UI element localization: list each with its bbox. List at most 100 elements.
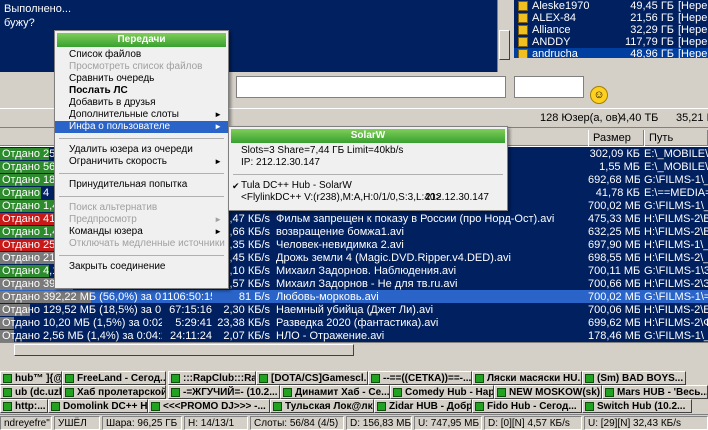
hub-tab[interactable]: Fido Hub - Сегод... bbox=[472, 399, 582, 413]
user-row[interactable]: ALEX-84 21,56 ГБ [Нерег bbox=[514, 12, 708, 24]
menu-item-label: Сравнить очередь bbox=[69, 73, 155, 84]
user-name: andrucha bbox=[532, 48, 578, 58]
hub-tab[interactable]: Switch Hub (10.2... bbox=[582, 399, 692, 413]
hub-tab-label: Динамит Хаб - Се... bbox=[295, 387, 390, 398]
transfer-time-left: 24:11:24 bbox=[169, 330, 212, 342]
menu-item[interactable]: Удалить юзера из очереди bbox=[55, 144, 228, 156]
chat-line: Выполнено... bbox=[4, 3, 72, 15]
hub-tab[interactable]: Ляски масяски HU... bbox=[472, 371, 582, 385]
user-slots-info[interactable]: Slots=3 Share=7,44 ГБ Limit=40kb/s bbox=[229, 145, 507, 157]
menu-item[interactable]: Ограничить скорость ► bbox=[55, 156, 228, 168]
menu-item[interactable]: Сравнить очередь bbox=[55, 73, 228, 85]
horizontal-scrollbar[interactable] bbox=[0, 342, 708, 356]
menu-separator bbox=[59, 138, 224, 139]
hub-tab[interactable]: -=ЖГУЧИЙ=- (10.2... bbox=[168, 385, 280, 399]
user-icon bbox=[518, 49, 528, 58]
menu-item[interactable]: Принудительная попытка bbox=[55, 179, 228, 191]
menu-item[interactable]: Инфа о пользователе ► bbox=[55, 121, 228, 133]
hub-tab[interactable]: Хаб пролетарской... bbox=[62, 385, 166, 399]
hub-tab[interactable]: http:... bbox=[0, 399, 48, 413]
hub-tab-label: Domolink DC++ Hu... bbox=[63, 401, 148, 412]
scroll-thumb[interactable] bbox=[14, 344, 354, 356]
hub-tab[interactable]: Domolink DC++ Hu... bbox=[48, 399, 148, 413]
user-filter-input[interactable] bbox=[514, 76, 584, 98]
status-download-speed: D: [0][N] 4,57 КБ/s bbox=[484, 416, 582, 430]
menu-item-label: Добавить в друзья bbox=[69, 97, 156, 108]
hub-online-icon bbox=[51, 402, 60, 411]
transfer-row[interactable]: Отдано 2,56 МБ (1,4%) за 0:04:29 24:11:24… bbox=[0, 329, 708, 342]
user-hub-info[interactable]: ✔ Tula DC++ Hub - SolarW bbox=[229, 180, 507, 192]
menu-item[interactable]: Послать ЛС bbox=[55, 85, 228, 97]
transfer-path: E:\==MEDIA==\ bbox=[644, 187, 708, 199]
menu-item[interactable]: Закрыть соединение bbox=[55, 261, 228, 273]
hub-tab-label: ub (dc.uzl... bbox=[15, 387, 62, 398]
transfer-path: H:\FILMS-2\Влас bbox=[644, 226, 708, 238]
user-name: ANDDY bbox=[532, 36, 571, 48]
transfer-time-left: 5:29:41 bbox=[175, 317, 212, 329]
menu-item-label: Закрыть соединение bbox=[69, 261, 166, 272]
transfer-path: H:\FILMS-2\_ПРО bbox=[644, 252, 708, 264]
hub-online-icon bbox=[497, 388, 506, 397]
menu-title: Передачи bbox=[57, 33, 226, 47]
hub-tab[interactable]: Тульская Лок@лка... bbox=[270, 399, 374, 413]
smiley-icon[interactable]: ☺ bbox=[590, 86, 608, 104]
transfer-filename: Михаил Задорнов - Не для тв.ru.avi bbox=[276, 278, 458, 290]
user-icon bbox=[518, 1, 528, 11]
status-away[interactable]: УШЁЛ bbox=[54, 416, 100, 430]
hub-tab[interactable]: NEW MOSKOW(sk)!!... bbox=[494, 385, 602, 399]
transfer-path: H:\FILMS-2\Фант bbox=[644, 317, 708, 329]
hub-tab-label: hub™ ]{@6 ... bbox=[15, 373, 61, 384]
scroll-thumb[interactable] bbox=[499, 30, 510, 60]
user-row[interactable]: Alliance 32,29 ГБ [Нерег bbox=[514, 24, 708, 36]
user-conn: [Нерег bbox=[678, 12, 708, 24]
transfer-size: 699,62 МБ bbox=[588, 317, 640, 329]
hub-tab[interactable]: --==((СЕТКА))==-... bbox=[368, 371, 472, 385]
hub-tab[interactable]: ub (dc.uzl... bbox=[0, 385, 62, 399]
hub-tab[interactable]: hub™ ]{@6 ... bbox=[0, 371, 62, 385]
transfer-row[interactable]: Отдано 392,22 МБ (56,0%) за 0,00:151106:… bbox=[0, 290, 708, 304]
submenu-arrow-icon: ► bbox=[214, 227, 222, 236]
hub-tab[interactable]: Mars HUB - 'Весь... bbox=[602, 385, 708, 399]
user-ip-info[interactable]: IP: 212.12.30.147 bbox=[229, 157, 507, 169]
column-path[interactable]: Путь bbox=[644, 130, 708, 146]
context-menu: Передачи Список файлов Просмотреть список… bbox=[54, 30, 229, 289]
menu-item[interactable]: Дополнительные слоты ► bbox=[55, 109, 228, 121]
status-nick: ndreyefre" bbox=[0, 416, 52, 430]
transfer-speed: 2,07 КБ/s bbox=[223, 330, 270, 342]
user-row[interactable]: Aleske1970 49,45 ГБ [Нерег bbox=[514, 0, 708, 12]
menu-item[interactable]: Команды юзера ► bbox=[55, 226, 228, 238]
transfer-row[interactable]: Отдано 10,20 МБ (1,5%) за 0:02:29 5:29:41… bbox=[0, 316, 708, 330]
menu-item[interactable]: Добавить в друзья bbox=[55, 97, 228, 109]
hub-online-icon bbox=[3, 402, 12, 411]
user-row[interactable]: andrucha 48,96 ГБ [Нерег bbox=[514, 48, 708, 58]
transfer-size: 700,02 МБ bbox=[588, 291, 640, 303]
transfer-size: 1,55 МБ bbox=[599, 161, 640, 173]
menu-item[interactable]: Список файлов bbox=[55, 49, 228, 61]
submenu-arrow-icon: ► bbox=[214, 157, 222, 166]
hub-online-icon bbox=[605, 388, 614, 397]
transfer-size: 697,90 МБ bbox=[588, 239, 640, 251]
hub-online-icon bbox=[585, 374, 594, 383]
chat-message-input[interactable] bbox=[236, 76, 506, 98]
column-size[interactable]: Размер bbox=[588, 130, 644, 146]
hub-online-icon bbox=[3, 388, 12, 397]
user-client-info[interactable]: <FlylinkDC++ V:(r238),M:A,H:0/1/0,S:3,L:… bbox=[229, 192, 507, 204]
user-conn: [Нерег bbox=[678, 36, 708, 48]
transfer-path: G:\FILMS-1\Задо bbox=[644, 265, 708, 277]
hub-tab[interactable]: [DOTA/CS]Gamescl... bbox=[256, 371, 368, 385]
hub-tab[interactable]: Zidar HUB - Добр... bbox=[374, 399, 472, 413]
hub-tab[interactable]: :::RapClub:::Rap... bbox=[168, 371, 256, 385]
user-list[interactable]: Aleske1970 49,45 ГБ [Нерег ALEX-84 21,56 ГБ… bbox=[514, 0, 708, 58]
transfer-status: Отдано 2,56 МБ (1,4%) за 0:04:29 bbox=[0, 329, 162, 342]
hub-tab[interactable]: Динамит Хаб - Се... bbox=[280, 385, 390, 399]
user-share: 49,45 ГБ bbox=[630, 0, 674, 12]
transfer-row[interactable]: Отдано 129,52 МБ (18,5%) за 0:07:34 67:15… bbox=[0, 303, 708, 317]
hub-tab[interactable]: <<<PROMO DJ>>> -... bbox=[148, 399, 270, 413]
hub-tab[interactable]: FreeLand - Сегод... bbox=[62, 371, 166, 385]
user-row[interactable]: ANDDY 117,79 ГБ [Нерег bbox=[514, 36, 708, 48]
hub-tab[interactable]: (Sm) BAD BOYS... bbox=[582, 371, 686, 385]
transfer-path: G:\FILMS-1\=Пр bbox=[644, 291, 708, 303]
hub-tab[interactable]: Comedy Hub - Нар... bbox=[390, 385, 494, 399]
hub-tabs: hub™ ]{@6 ... FreeLand - Сегод...:::RapCl… bbox=[0, 371, 708, 413]
user-conn: [Нерег bbox=[678, 24, 708, 36]
